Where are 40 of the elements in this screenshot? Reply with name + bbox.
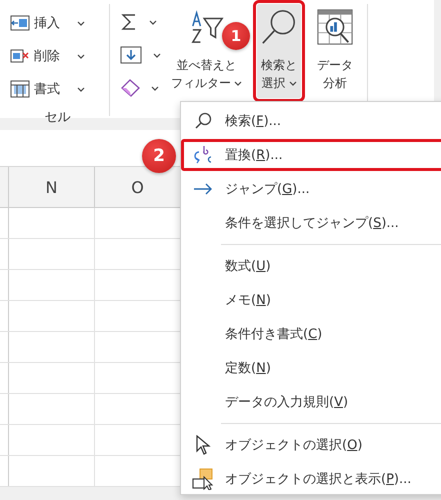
ribbon-button[interactable]: データ 分析 [313, 4, 357, 98]
insert-cells-icon [10, 15, 30, 31]
menu-item[interactable]: 条件付き書式(C) [181, 317, 441, 351]
ribbon-button[interactable]: 削除 [10, 43, 105, 69]
menu-item[interactable]: 数式(U) [181, 249, 441, 283]
caret-icon [288, 80, 296, 86]
caret-icon [77, 86, 85, 92]
caret-icon [234, 80, 242, 86]
caret-icon [153, 52, 161, 58]
right-arrow-icon [193, 183, 213, 195]
group-label: セル [44, 109, 70, 126]
ribbon-button[interactable]: 検索と 選択 [257, 4, 301, 98]
caret-icon [149, 20, 157, 24]
menu-item[interactable]: データの入力規則(V) [181, 385, 441, 419]
delete-cells-icon [10, 48, 30, 64]
menu-item[interactable]: ジャンプ(G)... [181, 172, 441, 206]
search-icon [260, 8, 298, 46]
replace-icon [193, 145, 213, 165]
eraser-icon [120, 79, 140, 97]
caret-icon [77, 20, 85, 26]
menu-item[interactable]: 条件を選択してジャンプ(S)... [181, 206, 441, 240]
menu-item[interactable]: 置換(R)... [181, 139, 441, 171]
menu-item[interactable]: 定数(N) [181, 351, 441, 385]
search-icon [194, 112, 212, 130]
data-analysis-icon [316, 8, 354, 46]
selection-pane-icon [192, 468, 214, 490]
menu-item[interactable]: メモ(N) [181, 283, 441, 317]
format-cells-icon [10, 80, 30, 98]
sort-filter-icon [190, 8, 224, 46]
ribbon-button[interactable]: 書式 [10, 76, 105, 102]
ribbon-button[interactable]: 挿入 [10, 10, 105, 36]
menu-item[interactable]: オブジェクトの選択と表示(P)... [181, 462, 441, 496]
caret-icon [151, 86, 159, 90]
caret-icon [77, 54, 85, 58]
menu-item[interactable]: 検索(F)... [181, 104, 441, 138]
pointer-icon [195, 435, 211, 455]
fill-down-icon [120, 46, 142, 64]
sum-icon [120, 13, 138, 31]
menu-item[interactable]: オブジェクトの選択(O) [181, 428, 441, 462]
column-header[interactable]: N [9, 167, 95, 207]
